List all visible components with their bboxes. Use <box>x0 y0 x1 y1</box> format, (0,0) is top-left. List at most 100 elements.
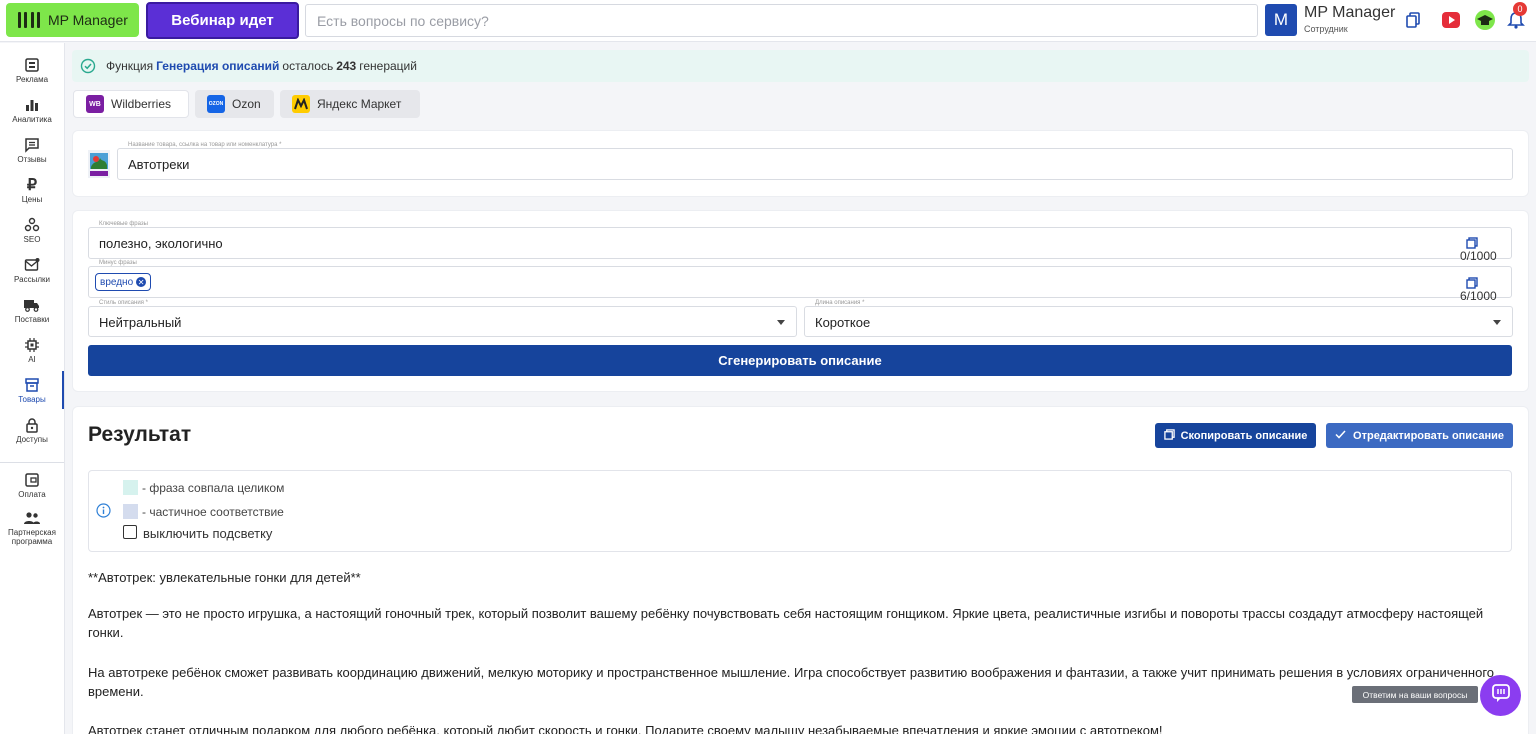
sidebar-item-ai[interactable]: AI <box>0 333 64 371</box>
reviews-icon <box>0 135 64 155</box>
tab-yandex-market[interactable]: Яндекс Маркет <box>280 90 420 118</box>
logo-button[interactable]: MP Manager <box>6 3 139 37</box>
sidebar-item-label: Аналитика <box>12 115 52 124</box>
copy-icon <box>1163 428 1175 443</box>
description-paragraph: На автотреке ребёнок сможет развивать ко… <box>88 665 1495 699</box>
disable-highlight-label[interactable]: выключить подсветку <box>143 526 272 541</box>
copy-description-label: Скопировать описание <box>1180 429 1308 442</box>
user-name[interactable]: MP Manager <box>1304 4 1395 22</box>
full-match-label: - фраза совпала целиком <box>142 481 285 495</box>
style-select-label: Стиль описания * <box>97 300 150 306</box>
disable-highlight-checkbox[interactable] <box>123 525 137 539</box>
tab-label: Wildberries <box>111 97 172 111</box>
chip-icon <box>0 335 64 355</box>
length-select-label: Длина описания * <box>813 300 867 306</box>
sidebar-item-label: AI <box>28 355 36 364</box>
video-icon[interactable] <box>1440 9 1462 31</box>
wallet-icon <box>0 470 64 490</box>
sidebar-divider <box>0 462 64 463</box>
product-field-value: Автотреки <box>128 157 190 172</box>
notice-count: 243 <box>336 59 357 73</box>
ruble-icon: ₽ <box>26 177 38 194</box>
sidebar-item-partners[interactable]: Партнерская программа <box>0 506 64 554</box>
highlight-legend <box>88 470 1512 552</box>
webinar-button[interactable]: Вебинар идет <box>146 2 299 39</box>
keywords-counter: 0/1000 <box>1460 249 1497 263</box>
sidebar-item-label: Отзывы <box>17 155 47 164</box>
product-field[interactable] <box>117 148 1513 180</box>
minus-phrases-label: Минус фразы <box>97 260 139 266</box>
minus-phrase-chip[interactable]: вредно ✕ <box>95 273 152 291</box>
description-paragraph: Автотрек — это не просто игрушка, а наст… <box>88 606 1484 640</box>
lock-icon <box>0 415 64 435</box>
sidebar-item-reviews[interactable]: Отзывы <box>0 133 64 171</box>
generate-button[interactable]: Сгенерировать описание <box>88 345 1512 376</box>
sidebar-item-access[interactable]: Доступы <box>0 413 64 451</box>
partial-match-label: - частичное соответствие <box>142 505 284 519</box>
edit-description-button[interactable]: Отредактировать описание <box>1326 423 1513 448</box>
notice-prefix: Функция <box>106 59 154 73</box>
generation-notice: Функция Генерация описаний осталось 243 … <box>72 50 1529 82</box>
sidebar-item-prices[interactable]: ₽ Цены <box>0 173 64 211</box>
length-select[interactable] <box>804 306 1513 337</box>
remove-chip-icon[interactable]: ✕ <box>136 277 147 287</box>
description-paragraph: Автотрек станет отличным подарком для лю… <box>88 723 1163 734</box>
sidebar-item-label: Оплата <box>18 490 46 499</box>
length-select-value: Короткое <box>815 315 871 330</box>
tab-label: Яндекс Маркет <box>317 97 402 111</box>
sidebar-item-mailing[interactable]: Рассылки <box>0 253 64 291</box>
full-match-swatch <box>123 480 138 495</box>
chevron-down-icon[interactable] <box>1493 320 1501 325</box>
keywords-field[interactable] <box>88 227 1512 259</box>
tab-ozon[interactable]: OZON Ozon <box>195 90 274 118</box>
avatar[interactable]: M <box>1265 4 1297 36</box>
sidebar-item-label: Реклама <box>15 75 49 84</box>
copy-icon[interactable] <box>1402 9 1424 31</box>
sidebar-item-seo[interactable]: SEO <box>0 213 64 251</box>
sidebar-item-analytics[interactable]: Аналитика <box>0 93 64 131</box>
sidebar-item-label: Партнерская программа <box>8 528 56 546</box>
partners-icon <box>0 508 64 528</box>
tab-label: Ozon <box>232 97 261 111</box>
partial-match-swatch <box>123 504 138 519</box>
wildberries-icon: WB <box>86 95 104 113</box>
chevron-down-icon[interactable] <box>777 320 785 325</box>
box-icon <box>0 375 64 395</box>
tab-wildberries[interactable]: WB Wildberries <box>73 90 189 118</box>
minus-phrases-field[interactable] <box>88 266 1512 298</box>
notice-suffix: генераций <box>359 59 417 73</box>
top-bar: MP Manager Вебинар идет M MP Manager Сот… <box>0 0 1536 42</box>
copy-icon[interactable] <box>1466 236 1478 249</box>
keywords-label: Ключевые фразы <box>97 221 150 227</box>
search-input[interactable] <box>305 4 1258 37</box>
yandex-market-icon <box>292 95 310 113</box>
sidebar-item-ads[interactable]: Реклама <box>0 53 64 91</box>
sidebar-item-label: Рассылки <box>14 275 50 284</box>
seo-icon <box>0 215 64 235</box>
logo-icon <box>18 9 40 31</box>
copy-icon[interactable] <box>1466 276 1478 289</box>
active-indicator <box>62 371 64 409</box>
keywords-value: полезно, экологично <box>99 236 223 251</box>
notification-badge: 0 <box>1513 2 1527 16</box>
chat-button[interactable] <box>1480 675 1521 716</box>
check-icon <box>1335 429 1346 442</box>
academy-icon[interactable] <box>1474 9 1496 31</box>
chat-icon <box>1491 683 1511 708</box>
product-field-label: Название товара, ссылка на товар или ном… <box>126 142 284 148</box>
sidebar-item-payment[interactable]: Оплата <box>0 468 64 506</box>
sidebar-item-label: SEO <box>23 235 41 244</box>
sidebar-item-supplies[interactable]: Поставки <box>0 293 64 331</box>
sidebar-item-label: Цены <box>21 195 43 204</box>
logo-label: MP Manager <box>48 12 128 28</box>
sidebar-item-label: Товары <box>18 395 46 404</box>
sidebar-item-label: Поставки <box>14 315 50 324</box>
copy-description-button[interactable]: Скопировать описание <box>1155 423 1316 448</box>
chip-label: вредно <box>100 276 134 288</box>
style-select[interactable] <box>88 306 797 337</box>
edit-description-label: Отредактировать описание <box>1353 429 1504 442</box>
mail-icon <box>0 255 64 275</box>
sidebar-item-products[interactable]: Товары <box>0 373 64 411</box>
notice-middle: осталось <box>282 59 334 73</box>
check-circle-icon <box>80 58 96 77</box>
